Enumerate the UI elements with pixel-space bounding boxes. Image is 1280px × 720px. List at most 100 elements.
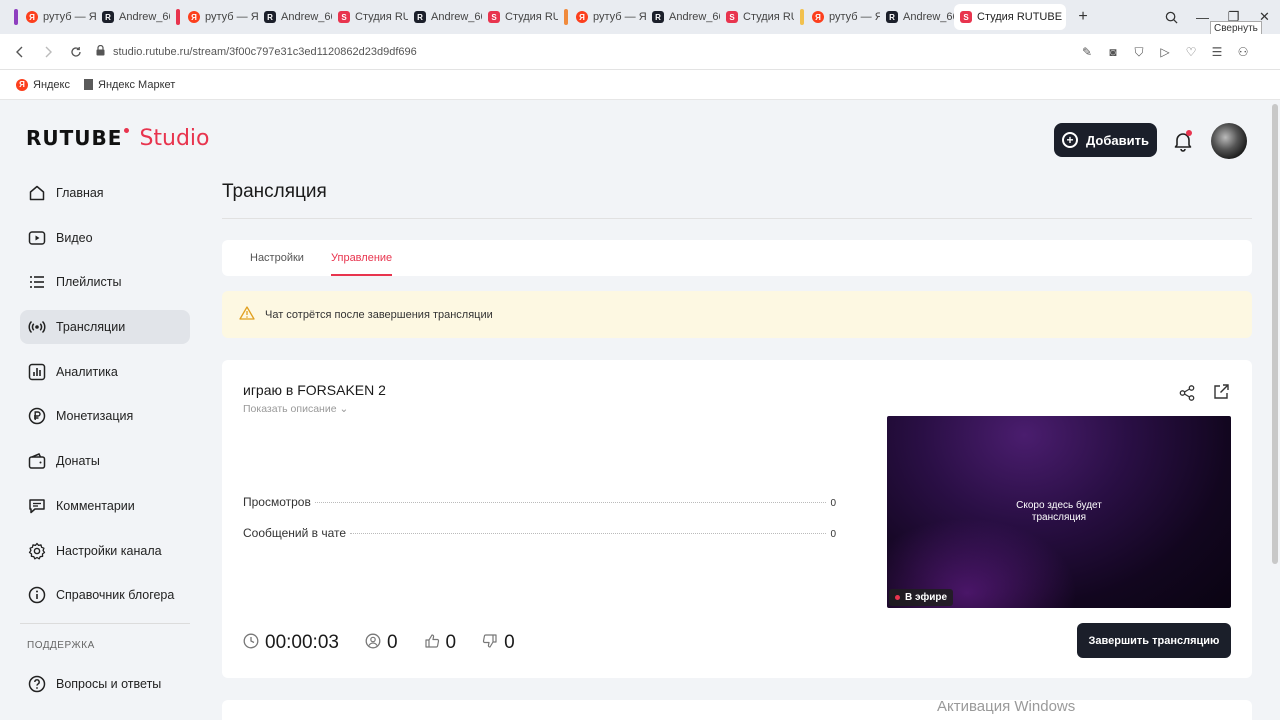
back-button[interactable] [6, 38, 34, 66]
active-tab-underline [331, 274, 392, 276]
notification-dot [1186, 130, 1192, 136]
tab-settings[interactable]: Настройки [250, 252, 304, 264]
forward-button[interactable] [34, 38, 62, 66]
browser-tabs: Ярутуб — Я R Andrew_66 Ярутуб — Я R Andrew… [0, 0, 1094, 34]
browser-tab[interactable]: Ярутуб — Я [570, 4, 646, 30]
sidebar-item-blogger-guide[interactable]: Справочник блогера [20, 578, 190, 612]
browser-tab[interactable]: Ярутуб — Я [806, 4, 880, 30]
menu-icon[interactable]: ☰ [1208, 45, 1226, 59]
live-dot [895, 595, 900, 600]
address-actions: ✎ ◙ ⛉ ▷ ♡ ☰ ⚇ [1078, 34, 1252, 70]
yandex-icon: Я [16, 78, 28, 91]
viewers-counter: 0 [365, 632, 398, 654]
reload-button[interactable] [62, 38, 90, 66]
browser-tab[interactable]: R Andrew_66 [646, 4, 720, 30]
lock-icon [96, 44, 105, 59]
info-icon [28, 586, 46, 604]
browser-tab[interactable]: Ярутуб — Я [20, 4, 96, 30]
browser-tab[interactable]: S Студия RU [332, 4, 408, 30]
stream-preview-player[interactable]: Скоро здесь будет трансляция В эфире [887, 416, 1231, 608]
sidebar-item-video[interactable]: Видео [20, 221, 190, 255]
sidebar-item-playlists[interactable]: Плейлисты [20, 265, 190, 299]
dotted-leader [314, 502, 827, 503]
url-text: studio.rutube.ru/stream/3f00c797e31c3ed1… [113, 45, 417, 58]
protect-icon[interactable]: ⛉ [1130, 45, 1148, 60]
end-stream-button[interactable]: Завершить трансляцию [1077, 623, 1231, 658]
analytics-icon [28, 363, 46, 381]
browser-tab[interactable]: R Andrew_66 [880, 4, 954, 30]
share-icon[interactable] [1178, 384, 1196, 402]
gear-icon [28, 542, 46, 560]
video-icon [28, 229, 46, 247]
show-description-toggle[interactable]: Показать описание ⌄ [243, 403, 348, 415]
browser-tab[interactable]: Ярутуб — Я [182, 4, 258, 30]
dotted-leader [350, 533, 827, 534]
tab-group-indicator [14, 9, 18, 25]
bookmark-market[interactable]: Яндекс Маркет [84, 79, 175, 91]
page-tabs: Настройки Управление [222, 240, 1252, 276]
browser-tab[interactable]: R Andrew_66 [408, 4, 482, 30]
browser-tab-bar: Ярутуб — Я R Andrew_66 Ярутуб — Я R Andrew… [0, 0, 1280, 36]
rutube-icon: R [886, 11, 898, 23]
bookmarks-bar: Я Яндекс Яндекс Маркет [0, 70, 1280, 100]
plus-icon: + [1062, 132, 1079, 148]
support-section-title: ПОДДЕРЖКА [27, 639, 95, 651]
page-title: Трансляция [222, 181, 327, 202]
rutube-icon: R [414, 11, 426, 23]
address-bar: studio.rutube.ru/stream/3f00c797e31c3ed1… [0, 34, 1280, 70]
external-link-icon[interactable] [1212, 383, 1230, 401]
stream-counters: 00:00:03 0 0 0 [243, 632, 541, 654]
camera-icon[interactable]: ◙ [1104, 45, 1122, 59]
yandex-icon: Я [576, 11, 588, 23]
sidebar-item-home[interactable]: Главная [20, 176, 190, 210]
sidebar-item-donations[interactable]: Донаты [20, 444, 190, 478]
playlist-icon [28, 273, 46, 291]
clock-icon [243, 633, 259, 654]
browser-tab-active[interactable]: S Студия RUTUBE [954, 4, 1066, 30]
logo-dot [124, 128, 130, 133]
chat-warning-banner: Чат сотрётся после завершения трансляции [222, 291, 1252, 338]
dislikes-counter: 0 [482, 632, 515, 654]
rutube-icon: R [102, 11, 114, 23]
stream-card: играю в FORSAKEN 2 Показать описание ⌄ П… [222, 360, 1252, 678]
tab-group-indicator [800, 9, 804, 25]
sidebar-item-broadcasts[interactable]: Трансляции [20, 310, 190, 345]
new-tab-button[interactable]: + [1072, 6, 1094, 28]
sidebar-item-faq[interactable]: Вопросы и ответы [20, 667, 190, 701]
sidebar: Главная Видео Плейлисты Трансляции Анали… [20, 176, 190, 712]
url-field[interactable]: studio.rutube.ru/stream/3f00c797e31c3ed1… [96, 44, 417, 59]
studio-icon: S [960, 11, 972, 23]
favorite-icon[interactable]: ♡ [1182, 45, 1200, 59]
document-icon [84, 79, 93, 90]
sidebar-item-monetization[interactable]: Монетизация [20, 399, 190, 433]
profile-icon[interactable]: ⚇ [1234, 45, 1252, 59]
bookmark-yandex[interactable]: Я Яндекс [16, 78, 70, 91]
thumbs-up-icon [424, 633, 440, 654]
windows-activation-watermark: Активация Windows [937, 698, 1076, 715]
browser-tab[interactable]: R Andrew_66 [258, 4, 332, 30]
sidebar-item-analytics[interactable]: Аналитика [20, 355, 190, 389]
browser-tab[interactable]: S Студия RU [720, 4, 794, 30]
add-button[interactable]: + Добавить [1054, 123, 1157, 157]
tab-search-icon[interactable] [1156, 0, 1187, 34]
rutube-studio-logo[interactable]: RUTUBE Studio [26, 126, 210, 151]
browser-tab[interactable]: R Andrew_66 [96, 4, 170, 30]
chat-messages-stat: Сообщений в чате 0 [243, 526, 836, 540]
sidebar-item-channel-settings[interactable]: Настройки канала [20, 534, 190, 568]
warning-text: Чат сотрётся после завершения трансляции [265, 308, 493, 321]
comment-icon [28, 497, 46, 515]
edit-icon[interactable]: ✎ [1078, 45, 1096, 59]
browser-tab[interactable]: S Студия RU [482, 4, 558, 30]
sidebar-item-comments[interactable]: Комментарии [20, 489, 190, 523]
notifications-bell-icon[interactable] [1172, 130, 1194, 152]
tab-management[interactable]: Управление [331, 252, 392, 264]
next-card [222, 700, 1252, 720]
play-icon[interactable]: ▷ [1156, 45, 1174, 59]
live-badge: В эфире [889, 589, 954, 606]
tab-group-indicator [176, 9, 180, 25]
page-scrollbar[interactable] [1272, 104, 1278, 564]
home-icon [28, 184, 46, 202]
sidebar-divider [20, 622, 190, 624]
viewer-icon [365, 633, 381, 654]
avatar[interactable] [1211, 123, 1247, 159]
